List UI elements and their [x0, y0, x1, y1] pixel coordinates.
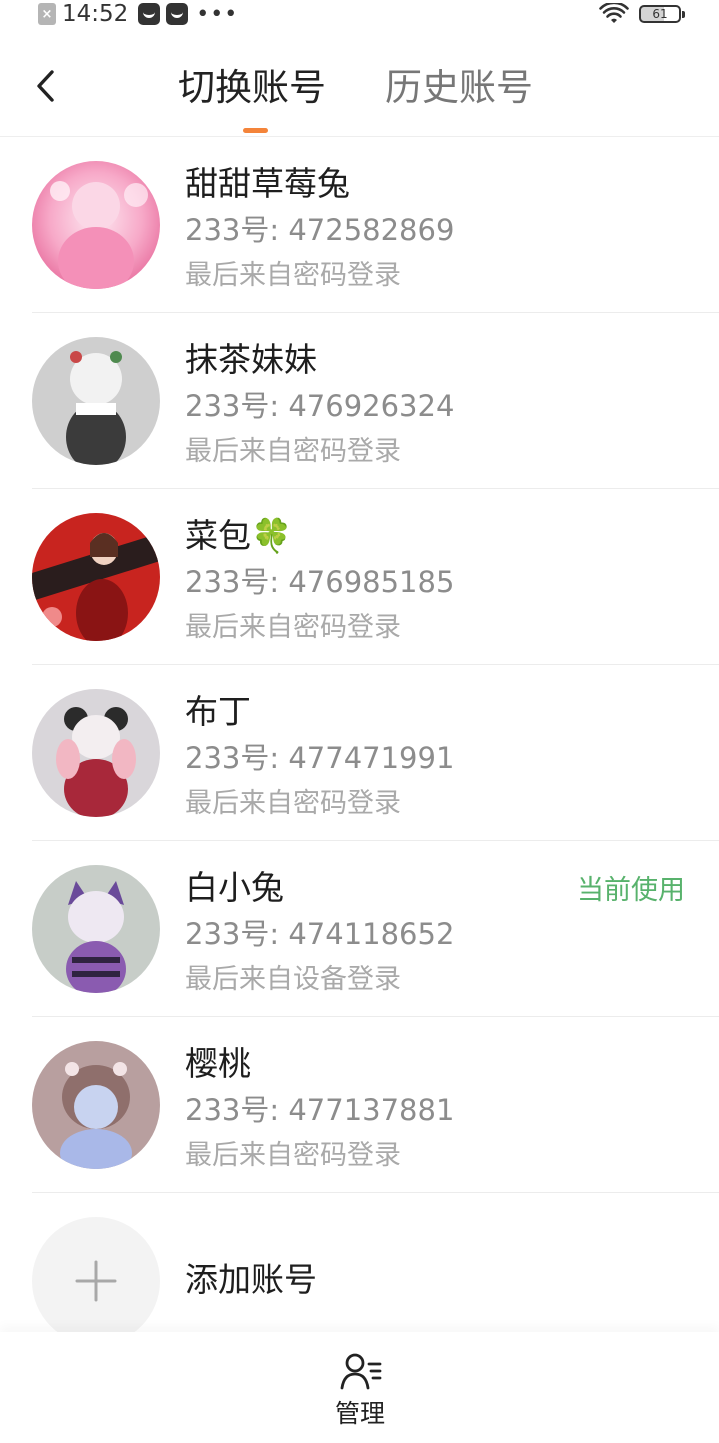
plus-icon	[75, 1260, 117, 1302]
avatar	[32, 161, 160, 289]
status-bar-right: 61	[599, 0, 685, 28]
active-tab-indicator	[243, 128, 268, 133]
account-name: 抹茶妹妹	[185, 340, 317, 379]
header: 切换账号 历史账号	[0, 28, 719, 137]
app-notification-icon	[138, 3, 161, 25]
tab-history-account[interactable]: 历史账号	[385, 64, 533, 112]
account-list: 甜甜草莓兔 233号: 472582869 最后来自密码登录 抹茶妹妹 233号…	[0, 137, 719, 1345]
wifi-icon	[599, 3, 629, 23]
account-name: 甜甜草莓兔	[185, 164, 350, 203]
app-close-notification-icon: ×	[38, 3, 56, 25]
battery-level: 61	[652, 7, 668, 21]
manage-label: 管理	[334, 1399, 385, 1428]
account-id: 233号: 477471991	[185, 741, 455, 775]
account-login-method: 最后来自密码登录	[185, 1140, 401, 1171]
status-bar-left: × 14:52 •••	[38, 0, 238, 28]
account-login-method: 最后来自密码登录	[185, 788, 401, 819]
account-login-method: 最后来自密码登录	[185, 260, 401, 291]
account-item[interactable]: 布丁 233号: 477471991 最后来自密码登录	[0, 665, 719, 841]
app-notification-icon	[166, 3, 189, 25]
battery-icon: 61	[639, 5, 685, 23]
account-id: 233号: 476926324	[185, 389, 455, 423]
add-account-button[interactable]: 添加账号	[0, 1193, 719, 1345]
account-name: 菜包🍀	[185, 516, 293, 555]
account-item[interactable]: 抹茶妹妹 233号: 476926324 最后来自密码登录	[0, 313, 719, 489]
close-glyph: ×	[41, 6, 53, 22]
account-id: 233号: 474118652	[185, 917, 455, 951]
add-account-label: 添加账号	[185, 1260, 317, 1299]
account-id: 233号: 472582869	[185, 213, 455, 247]
account-name: 布丁	[185, 692, 251, 731]
account-name: 白小兔	[185, 868, 284, 907]
add-account-avatar	[32, 1217, 160, 1345]
account-item[interactable]: 菜包🍀 233号: 476985185 最后来自密码登录	[0, 489, 719, 665]
status-time: 14:52	[62, 1, 129, 27]
tab-switch-account[interactable]: 切换账号	[178, 64, 326, 112]
back-button[interactable]	[24, 64, 68, 108]
current-account-badge: 当前使用	[577, 875, 685, 906]
avatar	[32, 513, 160, 641]
avatar	[32, 1041, 160, 1169]
avatar	[32, 865, 160, 993]
more-notifications-icon: •••	[196, 1, 239, 27]
manage-button[interactable]: 管理	[310, 1344, 410, 1436]
user-list-icon	[340, 1353, 382, 1390]
avatar	[32, 689, 160, 817]
account-login-method: 最后来自密码登录	[185, 612, 401, 643]
bottom-bar: 管理	[0, 1332, 719, 1443]
account-name: 樱桃	[185, 1044, 251, 1083]
account-item[interactable]: 樱桃 233号: 477137881 最后来自密码登录	[0, 1017, 719, 1193]
account-item[interactable]: 甜甜草莓兔 233号: 472582869 最后来自密码登录	[0, 137, 719, 313]
status-bar: × 14:52 ••• 61	[0, 0, 719, 28]
account-login-method: 最后来自设备登录	[185, 964, 401, 995]
account-item-current[interactable]: 白小兔 233号: 474118652 最后来自设备登录 当前使用	[0, 841, 719, 1017]
account-id: 233号: 476985185	[185, 565, 455, 599]
account-id: 233号: 477137881	[185, 1093, 455, 1127]
chevron-left-icon	[37, 70, 54, 102]
avatar	[32, 337, 160, 465]
account-login-method: 最后来自密码登录	[185, 436, 401, 467]
